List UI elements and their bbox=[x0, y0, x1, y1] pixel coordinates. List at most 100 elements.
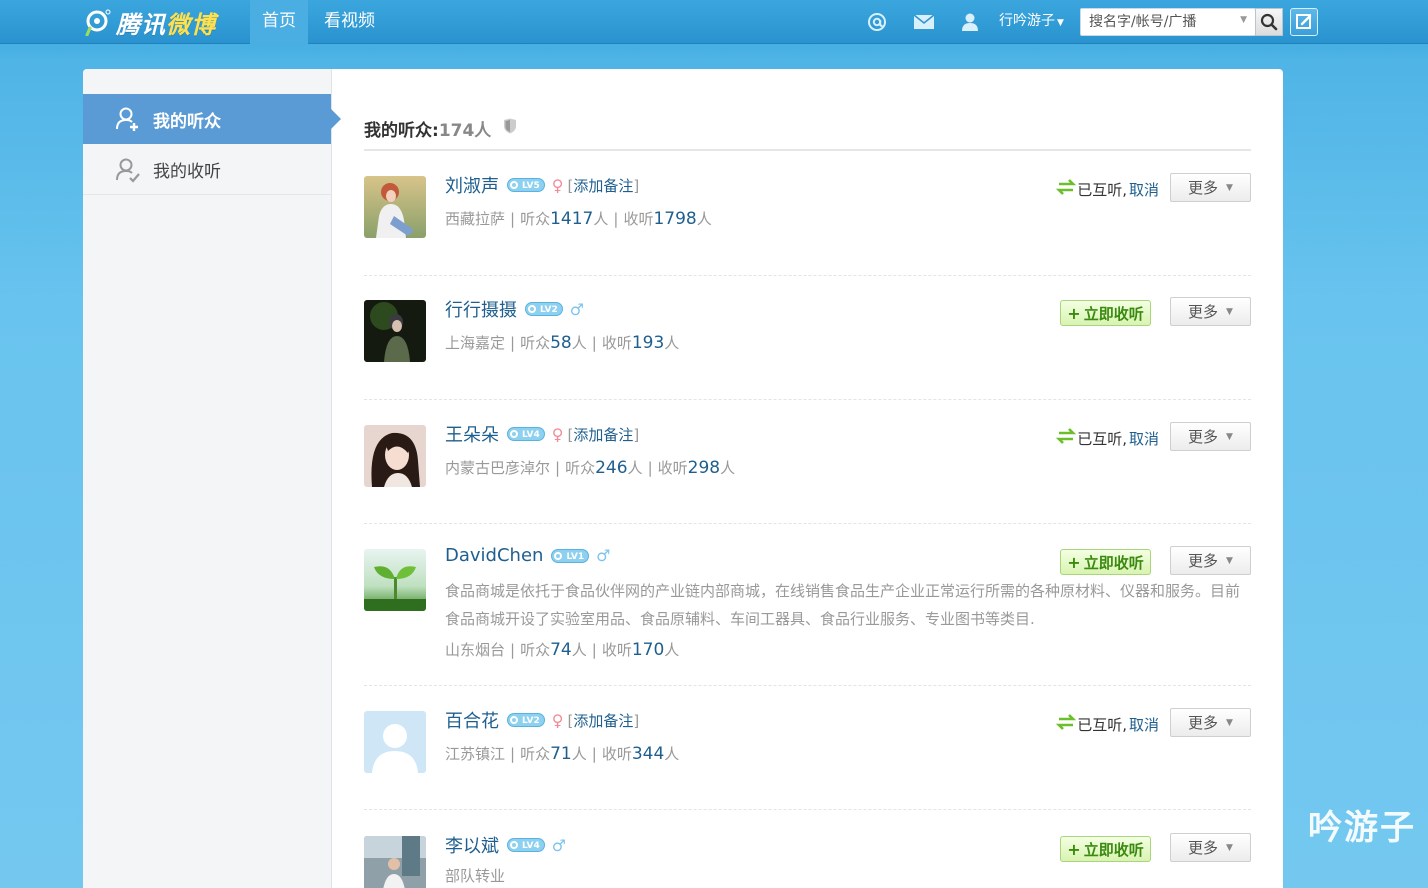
male-icon: ♂ bbox=[596, 546, 611, 565]
avatar[interactable] bbox=[364, 711, 426, 773]
page-title-text: 我的听众: bbox=[364, 120, 439, 141]
logo-text-tencent: 腾讯 bbox=[116, 9, 166, 39]
sidebar-item-label: 我的收听 bbox=[153, 162, 221, 182]
following-count-link[interactable]: 298 bbox=[688, 458, 720, 478]
user-menu[interactable]: 行吟游子 ▼ bbox=[999, 0, 1064, 44]
following-count-link[interactable]: 1798 bbox=[653, 209, 696, 229]
logo-text-weibo: 微博 bbox=[166, 9, 216, 39]
mutual-status: 已互听, 取消 bbox=[1055, 427, 1159, 449]
more-button[interactable]: 更多 ▼ bbox=[1170, 173, 1251, 202]
add-user-icon bbox=[113, 104, 143, 134]
fans-count-link[interactable]: 1417 bbox=[550, 209, 593, 229]
mutual-label: 已互听, bbox=[1077, 715, 1127, 734]
user-meta: 内蒙古巴彦淖尔 | 听众246人 | 收听298人 bbox=[445, 458, 736, 478]
mutual-status: 已互听, 取消 bbox=[1055, 713, 1159, 735]
following-count-link[interactable]: 193 bbox=[632, 333, 664, 353]
user-icon[interactable] bbox=[958, 10, 982, 34]
plus-icon: + bbox=[1067, 839, 1081, 859]
avatar[interactable] bbox=[364, 836, 426, 888]
fans-count-link[interactable]: 71 bbox=[550, 744, 572, 764]
location: 西藏拉萨 bbox=[445, 210, 506, 228]
location: 上海嘉定 bbox=[445, 334, 506, 352]
add-note-link[interactable]: 添加备注 bbox=[573, 426, 633, 444]
search-button[interactable] bbox=[1255, 8, 1283, 36]
level-badge[interactable]: LV2 bbox=[525, 302, 563, 316]
list-item: 百合花 LV2 ♀ [添加备注] 江苏镇江 | 听众71人 | 收听344人 已互听, … bbox=[364, 708, 1251, 810]
mutual-status: 已互听, 取消 bbox=[1055, 178, 1159, 200]
user-name-link[interactable]: DavidChen bbox=[445, 545, 543, 566]
logo-icon bbox=[84, 8, 112, 37]
more-button[interactable]: 更多 ▼ bbox=[1170, 546, 1251, 575]
chevron-down-icon: ▼ bbox=[1226, 555, 1233, 566]
following-count-link[interactable]: 344 bbox=[632, 744, 664, 764]
female-icon: ♀ bbox=[551, 175, 564, 195]
user-meta: 上海嘉定 | 听众58人 | 收听193人 bbox=[445, 333, 680, 353]
level-badge[interactable]: LV4 bbox=[507, 427, 545, 441]
female-icon: ♀ bbox=[551, 710, 564, 730]
nav-tab-home[interactable]: 首页 bbox=[250, 0, 308, 44]
mutual-follow-icon bbox=[1055, 427, 1077, 449]
female-icon: ♀ bbox=[551, 424, 564, 444]
search-dropdown-icon[interactable]: ▼ bbox=[1240, 15, 1247, 25]
user-description: 食品商城是依托于食品伙伴网的产业链内部商城，在线销售食品生产企业正常运行所需的各… bbox=[445, 582, 1241, 628]
user-name: 行吟游子 bbox=[999, 13, 1055, 29]
more-button[interactable]: 更多 ▼ bbox=[1170, 422, 1251, 451]
search-input[interactable] bbox=[1081, 9, 1231, 35]
level-badge[interactable]: LV2 bbox=[507, 713, 545, 727]
avatar[interactable] bbox=[364, 425, 426, 487]
cancel-follow-link[interactable]: 取消 bbox=[1129, 714, 1159, 735]
cancel-follow-link[interactable]: 取消 bbox=[1129, 428, 1159, 449]
user-meta: 江苏镇江 | 听众71人 | 收听344人 bbox=[445, 744, 680, 764]
mutual-follow-icon bbox=[1055, 178, 1077, 200]
sidebar-item-my-following[interactable]: 我的收听 bbox=[83, 145, 331, 195]
compose-button[interactable] bbox=[1290, 8, 1318, 36]
plus-icon: + bbox=[1067, 303, 1081, 323]
top-navigation-bar: 腾讯微博 首页 看视频 行吟游子▼ ▼ bbox=[0, 0, 1428, 44]
fans-count-link[interactable]: 58 bbox=[550, 333, 572, 353]
fans-count: 174人 bbox=[438, 120, 492, 141]
nav-tab-video[interactable]: 看视频 bbox=[312, 0, 387, 44]
more-button[interactable]: 更多 ▼ bbox=[1170, 833, 1251, 862]
mail-icon[interactable] bbox=[912, 10, 936, 34]
chevron-down-icon: ▼ bbox=[1226, 717, 1233, 728]
follow-button[interactable]: + 立即收听 bbox=[1060, 549, 1151, 575]
list-item: 行行摄摄 LV2 ♂ 上海嘉定 | 听众58人 | 收听193人 + 立即收听 更多 ▼ bbox=[364, 297, 1251, 400]
follow-button[interactable]: + 立即收听 bbox=[1060, 836, 1151, 862]
user-name-link[interactable]: 行行摄摄 bbox=[445, 296, 517, 322]
tencent-weibo-logo[interactable]: 腾讯微博 bbox=[84, 6, 216, 39]
search-box: ▼ bbox=[1080, 8, 1256, 36]
following-count-link[interactable]: 170 bbox=[632, 640, 664, 660]
list-item: 刘淑声 LV5 ♀ [添加备注] 西藏拉萨 | 听众1417人 | 收听1798人 已互… bbox=[364, 173, 1251, 276]
more-button[interactable]: 更多 ▼ bbox=[1170, 708, 1251, 737]
chevron-down-icon: ▼ bbox=[1057, 18, 1064, 28]
shield-icon[interactable] bbox=[503, 118, 517, 139]
follow-button[interactable]: + 立即收听 bbox=[1060, 300, 1151, 326]
user-name-link[interactable]: 百合花 bbox=[445, 707, 499, 733]
mutual-label: 已互听, bbox=[1077, 429, 1127, 448]
fans-count-link[interactable]: 74 bbox=[550, 640, 572, 660]
cancel-follow-link[interactable]: 取消 bbox=[1129, 179, 1159, 200]
level-badge[interactable]: LV4 bbox=[507, 838, 545, 852]
avatar[interactable] bbox=[364, 300, 426, 362]
main-card: 我的听众 我的收听 我的听众: 174人 刘淑声 LV5 ♀ [添加备注] 西藏拉… bbox=[83, 69, 1283, 888]
sidebar-item-my-fans[interactable]: 我的听众 bbox=[83, 94, 341, 144]
user-description: 部队转业 bbox=[445, 867, 506, 885]
avatar[interactable] bbox=[364, 549, 426, 611]
add-note-link[interactable]: 添加备注 bbox=[573, 177, 633, 195]
search-icon bbox=[1260, 13, 1278, 31]
level-badge[interactable]: LV5 bbox=[507, 178, 545, 192]
mutual-follow-icon bbox=[1055, 713, 1077, 735]
fans-count-link[interactable]: 246 bbox=[595, 458, 627, 478]
add-note-link[interactable]: 添加备注 bbox=[573, 712, 633, 730]
mutual-label: 已互听, bbox=[1077, 180, 1127, 199]
at-icon[interactable] bbox=[865, 10, 889, 34]
sidebar-item-label: 我的听众 bbox=[153, 111, 221, 132]
user-name-link[interactable]: 刘淑声 bbox=[445, 172, 499, 198]
more-button[interactable]: 更多 ▼ bbox=[1170, 297, 1251, 326]
chevron-down-icon: ▼ bbox=[1226, 842, 1233, 853]
level-badge[interactable]: LV1 bbox=[551, 548, 590, 563]
user-name-link[interactable]: 王朵朵 bbox=[445, 421, 499, 447]
location: 山东烟台 bbox=[445, 641, 506, 659]
user-name-link[interactable]: 李以斌 bbox=[445, 832, 499, 858]
avatar[interactable] bbox=[364, 176, 426, 238]
